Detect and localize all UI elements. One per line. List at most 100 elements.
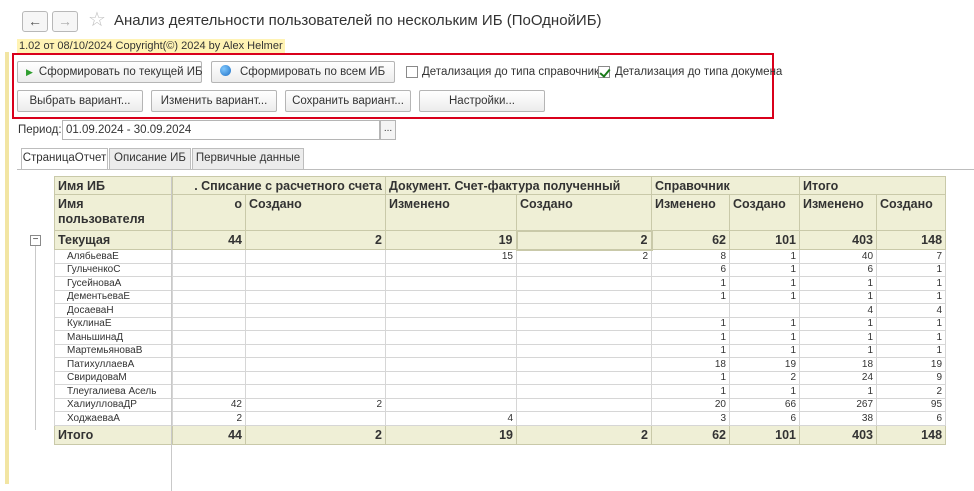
cell[interactable]	[172, 316, 246, 331]
table-row[interactable]: ГусейноваА 1 1 1 1	[54, 276, 947, 291]
cell[interactable]: 44	[172, 424, 246, 445]
cell[interactable]: 1	[728, 316, 801, 331]
cell[interactable]: 2	[516, 249, 652, 264]
table-row[interactable]: ДосаеваН 4 4	[54, 303, 947, 318]
cell[interactable]	[516, 276, 652, 291]
change-variant-button[interactable]: Изменить вариант...	[151, 90, 277, 112]
cell[interactable]: 20	[651, 397, 730, 412]
cell[interactable]: 4	[876, 303, 947, 318]
cell[interactable]	[385, 330, 517, 345]
cell[interactable]: 1	[728, 262, 801, 277]
cell[interactable]	[728, 303, 801, 318]
total-row[interactable]: Итого 44 2 19 2 62 101 403 148	[54, 424, 947, 445]
cell[interactable]: 1	[876, 343, 947, 358]
cell[interactable]: 9	[876, 370, 947, 385]
cell[interactable]: 3	[651, 411, 730, 426]
cell[interactable]: 95	[876, 397, 947, 412]
table-row[interactable]: ХоджаеваА 2 4 3 6 38 6	[54, 411, 947, 426]
period-input[interactable]: 01.09.2024 - 30.09.2024	[62, 120, 380, 140]
table-row[interactable]: ДементьеваЕ 1 1 1 1	[54, 289, 947, 304]
cell[interactable]	[245, 330, 386, 345]
table-row[interactable]: СвиридоваМ 1 2 24 9	[54, 370, 947, 385]
cell[interactable]	[172, 370, 246, 385]
cell[interactable]	[245, 343, 386, 358]
cell[interactable]: 19	[385, 230, 517, 250]
cell[interactable]	[245, 249, 386, 264]
cell[interactable]	[516, 357, 652, 372]
cell[interactable]	[385, 262, 517, 277]
forward-button[interactable]: →	[52, 11, 78, 32]
cell[interactable]	[516, 330, 652, 345]
table-row[interactable]: Тлеугалиева Асель 1 1 1 2	[54, 384, 947, 399]
cell[interactable]	[516, 316, 652, 331]
cell[interactable]: 101	[728, 230, 801, 250]
cell[interactable]: 1	[651, 330, 730, 345]
cell[interactable]: 1	[651, 276, 730, 291]
cell[interactable]: 40	[799, 249, 878, 264]
cell[interactable]: 1	[799, 276, 878, 291]
cell[interactable]: 2	[516, 424, 652, 445]
cell[interactable]: 6	[799, 262, 878, 277]
cell[interactable]: 1	[728, 249, 801, 264]
tab-report-page[interactable]: СтраницаОтчет	[21, 148, 108, 170]
tab-ib-description[interactable]: Описание ИБ	[109, 148, 191, 169]
cell[interactable]	[245, 276, 386, 291]
cell[interactable]	[172, 262, 246, 277]
cell[interactable]: 7	[876, 249, 947, 264]
cell[interactable]: 2	[245, 397, 386, 412]
table-row[interactable]: ГульченкоС 6 1 6 1	[54, 262, 947, 277]
cell[interactable]	[516, 343, 652, 358]
cell[interactable]: 1	[799, 316, 878, 331]
cell[interactable]: 4	[799, 303, 878, 318]
cell[interactable]: 6	[651, 262, 730, 277]
cell[interactable]: 6	[728, 411, 801, 426]
cell[interactable]	[385, 397, 517, 412]
cell[interactable]: 403	[799, 230, 878, 250]
cell[interactable]: 6	[876, 411, 947, 426]
cell[interactable]: 2	[876, 384, 947, 399]
cell[interactable]: 1	[799, 330, 878, 345]
cell[interactable]: 1	[799, 289, 878, 304]
cell[interactable]	[385, 316, 517, 331]
cell[interactable]	[516, 289, 652, 304]
cell[interactable]: 42	[172, 397, 246, 412]
cell[interactable]: 1	[728, 330, 801, 345]
table-row[interactable]: КуклинаЕ 1 1 1 1	[54, 316, 947, 331]
group-row[interactable]: Текущая 44 2 19 2 62 101 403 148	[54, 229, 947, 251]
settings-button[interactable]: Настройки...	[419, 90, 545, 112]
cell[interactable]: 18	[651, 357, 730, 372]
cell[interactable]	[516, 411, 652, 426]
cell[interactable]: 44	[172, 230, 246, 250]
cell[interactable]	[172, 276, 246, 291]
cell[interactable]	[172, 289, 246, 304]
save-variant-button[interactable]: Сохранить вариант...	[285, 90, 411, 112]
select-variant-button[interactable]: Выбрать вариант...	[17, 90, 143, 112]
cell[interactable]	[516, 262, 652, 277]
cell[interactable]	[245, 289, 386, 304]
cell[interactable]	[172, 303, 246, 318]
table-row[interactable]: АлябьеваЕ 15 2 8 1 40 7	[54, 249, 947, 264]
cell[interactable]	[385, 357, 517, 372]
cell[interactable]: 8	[651, 249, 730, 264]
table-row[interactable]: МартемьяноваВ 1 1 1 1	[54, 343, 947, 358]
cell[interactable]: 19	[728, 357, 801, 372]
cell[interactable]	[516, 397, 652, 412]
cell[interactable]	[516, 384, 652, 399]
selected-cell[interactable]: 2	[515, 229, 653, 251]
cell[interactable]: 1	[651, 384, 730, 399]
cell[interactable]: 38	[799, 411, 878, 426]
cell[interactable]: 148	[876, 230, 947, 250]
cell[interactable]: 2	[245, 424, 386, 445]
cell[interactable]: 1	[651, 316, 730, 331]
cell[interactable]: 1	[876, 316, 947, 331]
cell[interactable]: 19	[876, 357, 947, 372]
cell[interactable]	[651, 303, 730, 318]
cell[interactable]	[385, 303, 517, 318]
cell[interactable]: 24	[799, 370, 878, 385]
cell[interactable]	[245, 357, 386, 372]
cell[interactable]	[172, 249, 246, 264]
cell[interactable]: 62	[651, 230, 730, 250]
run-current-ib-button[interactable]: ▶ Сформировать по текущей ИБ	[17, 61, 203, 83]
cell[interactable]: 2	[728, 370, 801, 385]
cell[interactable]: 2	[245, 230, 386, 250]
